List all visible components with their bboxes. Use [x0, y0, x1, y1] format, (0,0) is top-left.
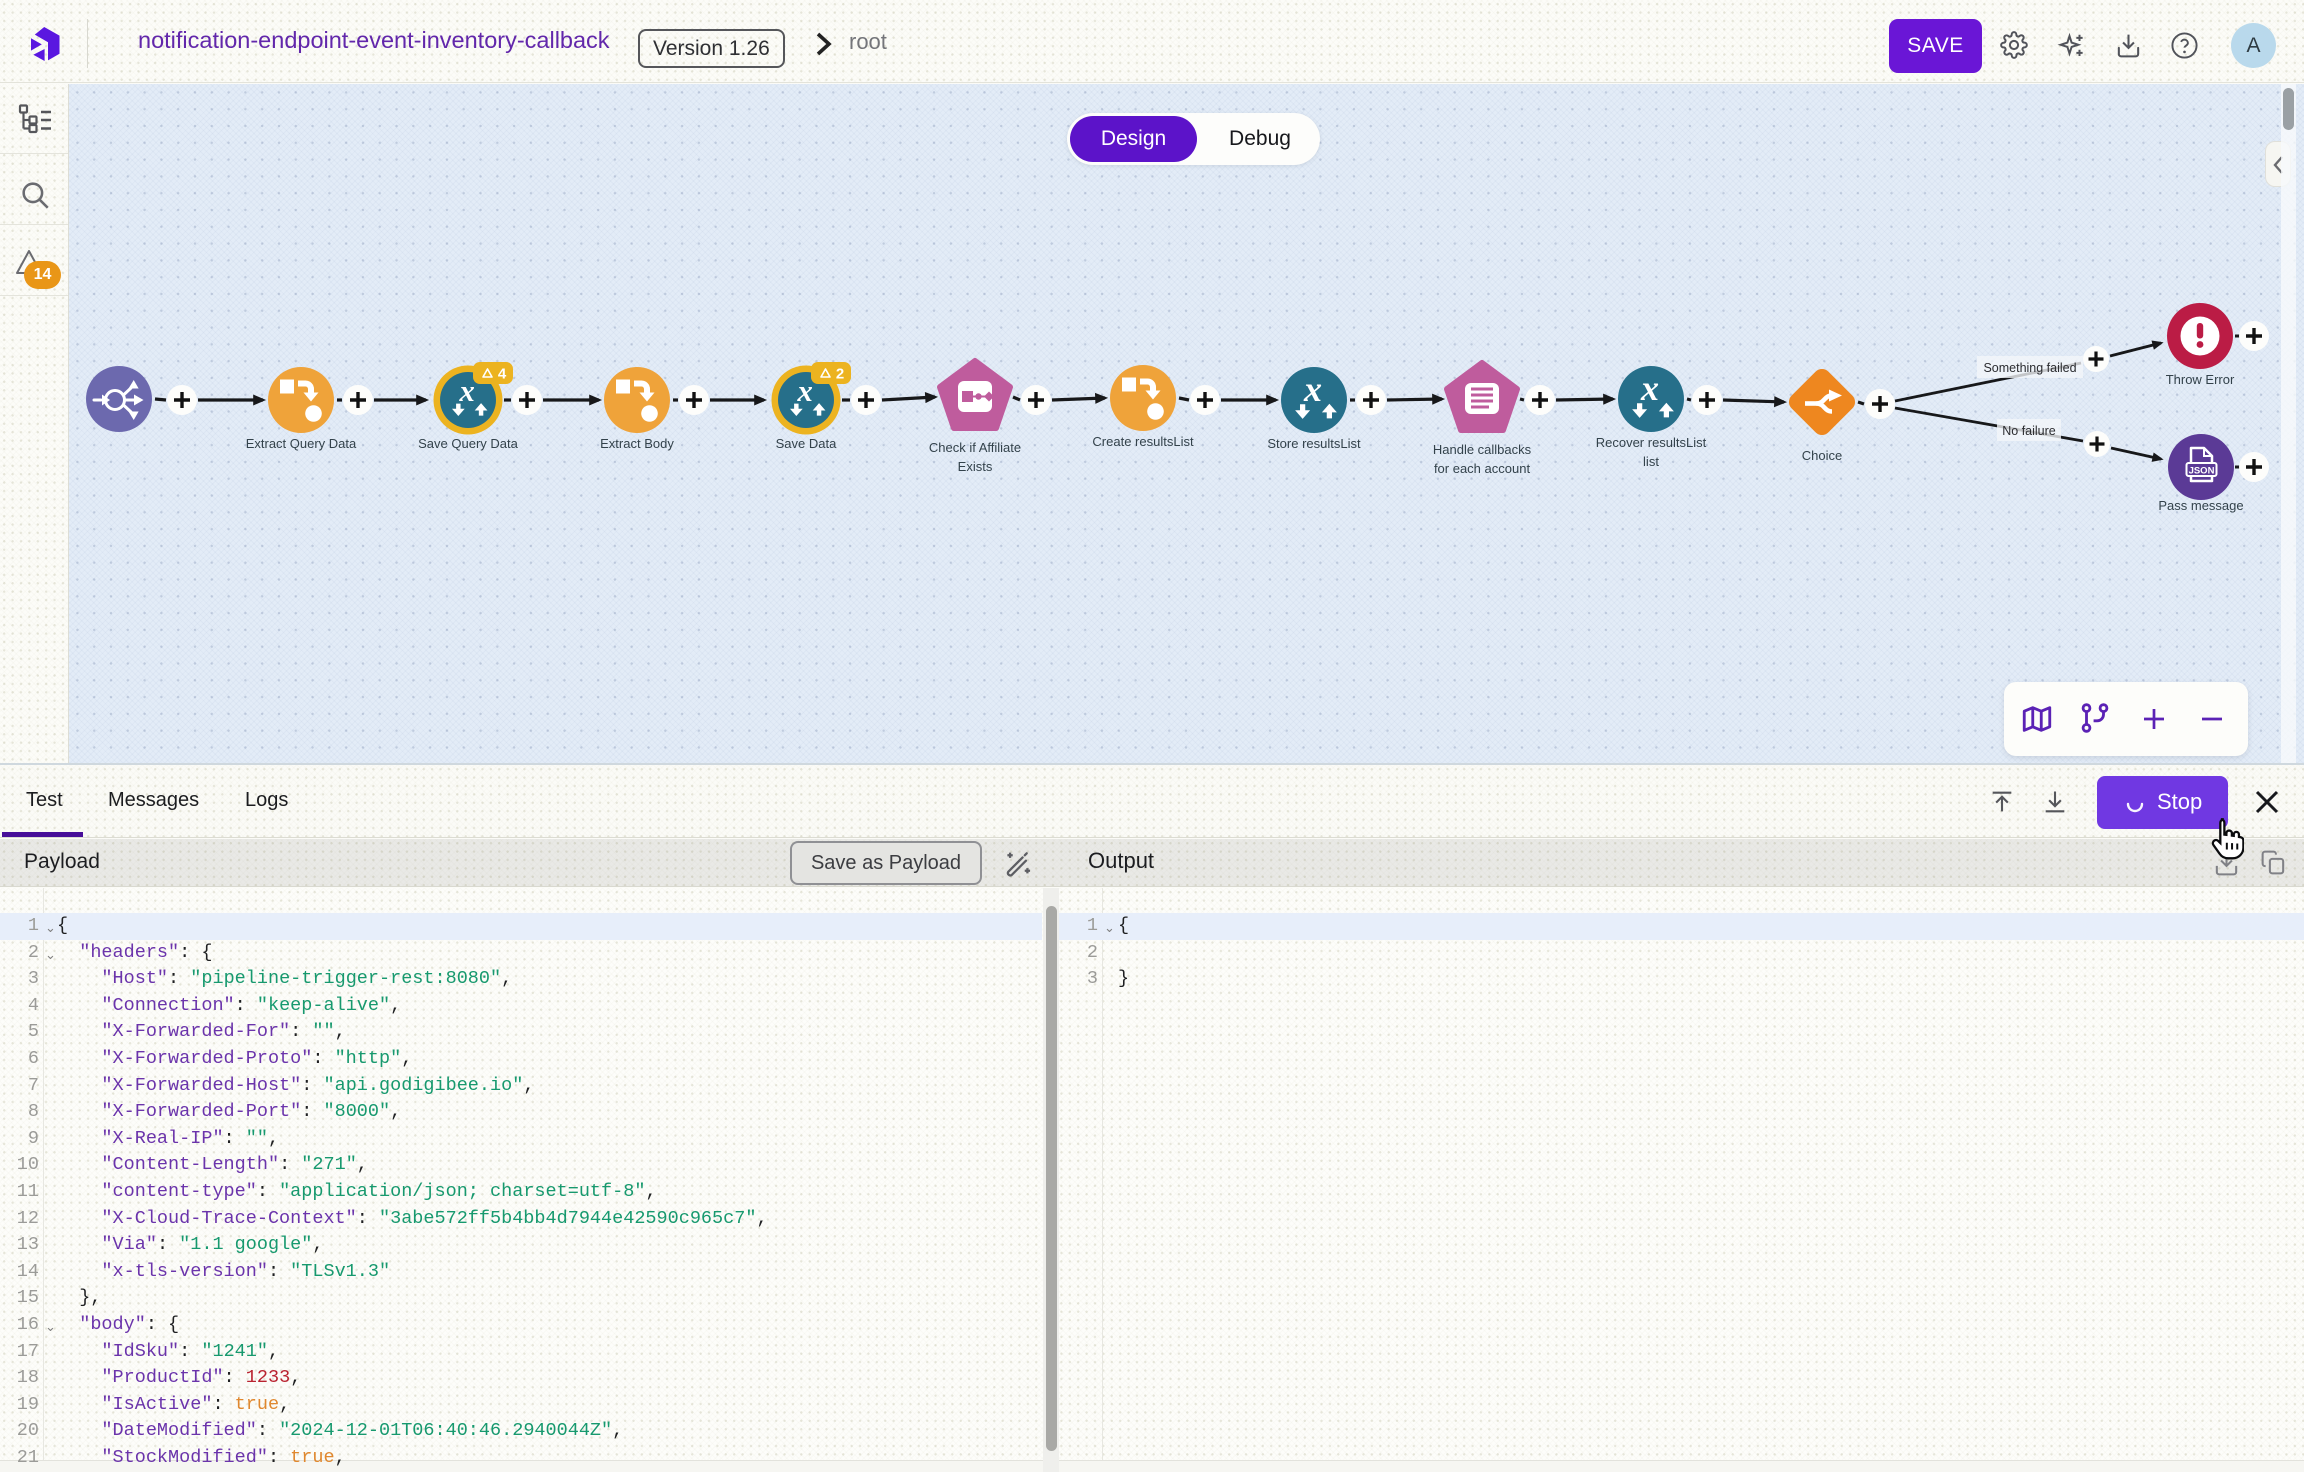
- svg-text:Throw Error: Throw Error: [2166, 372, 2235, 387]
- svg-text:list: list: [1643, 454, 1659, 469]
- svg-text:Check if Affiliate: Check if Affiliate: [929, 440, 1021, 455]
- svg-text:for each account: for each account: [1434, 461, 1531, 476]
- svg-text:Save Query Data: Save Query Data: [418, 436, 518, 451]
- svg-text:Create resultsList: Create resultsList: [1092, 434, 1194, 449]
- svg-text:Recover resultsList: Recover resultsList: [1596, 435, 1707, 450]
- svg-text:Choice: Choice: [1802, 448, 1842, 463]
- svg-text:4: 4: [498, 366, 507, 383]
- svg-text:Pass message: Pass message: [2158, 498, 2243, 513]
- svg-text:Extract Body: Extract Body: [600, 436, 674, 451]
- svg-text:2: 2: [836, 366, 844, 383]
- svg-text:No failure: No failure: [2002, 424, 2056, 438]
- svg-text:Exists: Exists: [958, 459, 993, 474]
- svg-text:JSON: JSON: [2189, 466, 2215, 477]
- svg-text:Extract Query Data: Extract Query Data: [246, 436, 357, 451]
- svg-text:Handle callbacks: Handle callbacks: [1433, 442, 1532, 457]
- svg-text:Save Data: Save Data: [776, 436, 837, 451]
- svg-text:Store resultsList: Store resultsList: [1267, 436, 1361, 451]
- svg-text:Something failed: Something failed: [1983, 361, 2076, 375]
